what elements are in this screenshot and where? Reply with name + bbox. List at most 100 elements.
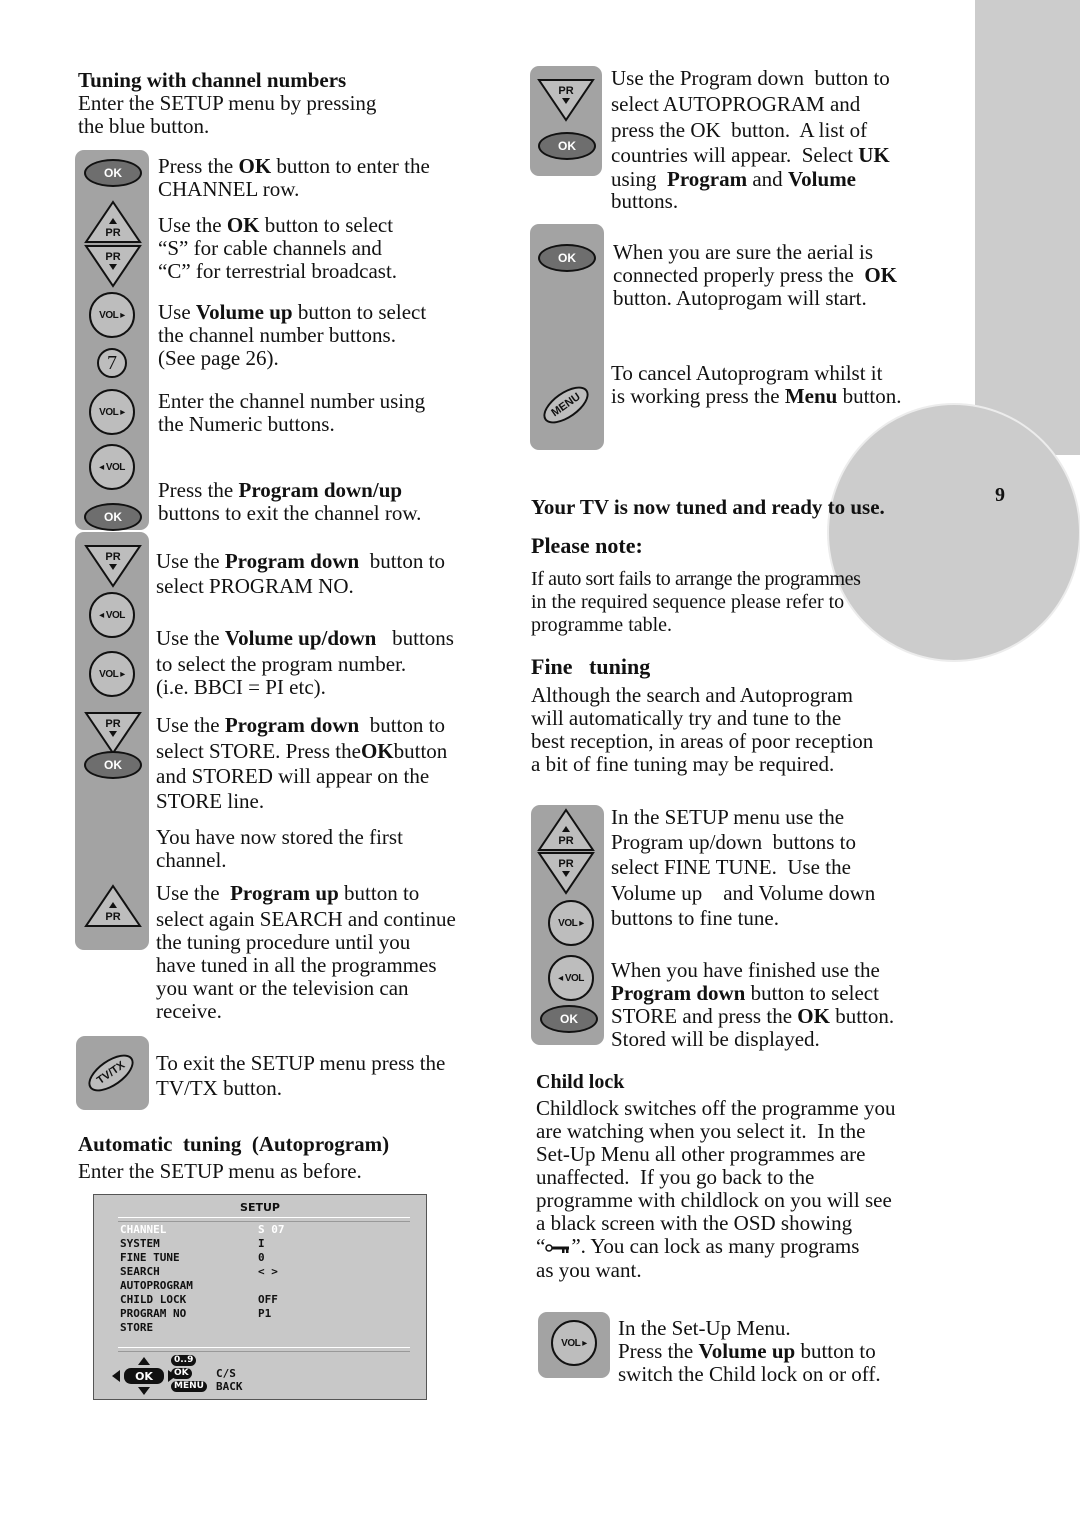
osd-row-value: 0 xyxy=(258,1251,265,1264)
ok-button-icon: OK xyxy=(84,751,142,779)
osd-row-label: STORE xyxy=(120,1321,154,1334)
osd-navigation-pad-icon: OK xyxy=(112,1357,176,1395)
osd-cs-label: C/S xyxy=(216,1367,236,1380)
note-line: in the required sequence please refer to xyxy=(531,591,845,613)
fine-tuning-heading: Fine tuning xyxy=(531,654,651,679)
step-text: receive. xyxy=(156,999,222,1023)
svg-text:PR: PR xyxy=(105,227,120,239)
step-text: countries will appear. Select UK xyxy=(611,143,890,167)
step-text: STORE line. xyxy=(156,789,265,813)
step-text: switch the Child lock on or off. xyxy=(618,1362,881,1386)
intro-line-2: the blue button. xyxy=(78,114,210,138)
osd-menu-pill: MENU xyxy=(171,1381,207,1392)
step-text: select AUTOPROGRAM and xyxy=(611,92,861,116)
step-text: Stored will be displayed. xyxy=(611,1027,820,1051)
volume-up-icon: VOL ▸ xyxy=(548,900,594,946)
step-text: Program up/down buttons to xyxy=(611,830,856,854)
step-text: connected properly press the OK xyxy=(613,263,897,287)
step-text: TV/TX button. xyxy=(156,1076,282,1100)
page-number: 9 xyxy=(995,484,1005,506)
step-text: the channel number buttons. xyxy=(158,323,396,347)
fine-line: will automatically try and tune to the xyxy=(531,706,842,730)
program-up-icon: PR xyxy=(84,884,142,927)
ok-button-icon: OK xyxy=(84,503,142,531)
svg-text:PR: PR xyxy=(105,551,120,563)
autoprogram-intro: Enter the SETUP menu as before. xyxy=(78,1159,362,1183)
step-text: Use the OK button to select xyxy=(158,213,394,237)
program-down-icon: PR xyxy=(84,545,142,588)
step-text: select again SEARCH and continue xyxy=(156,907,456,931)
step-text: To cancel Autoprogram whilst it xyxy=(611,361,883,385)
step-text: is working press the Menu button. xyxy=(611,384,902,408)
osd-row-value: P1 xyxy=(258,1307,272,1320)
section-heading-tuning-channel-numbers: Tuning with channel numbers xyxy=(78,68,347,92)
osd-row-value: < > xyxy=(258,1265,278,1278)
osd-digits-pill: 0..9 xyxy=(171,1355,197,1366)
step-text: When you have finished use the xyxy=(611,958,880,982)
osd-row-label: AUTOPROGRAM xyxy=(120,1279,193,1292)
step-text: using Program and Volume xyxy=(611,167,857,191)
osd-row-label: FINE TUNE xyxy=(120,1251,180,1264)
step-text: STORE and press the OK button. xyxy=(611,1004,895,1028)
osd-row-value: S 07 xyxy=(258,1223,285,1236)
osd-divider xyxy=(118,1217,410,1222)
svg-text:PR: PR xyxy=(558,835,573,847)
please-note-heading: Please note: xyxy=(531,533,643,558)
step-text: When you are sure the aerial is xyxy=(613,240,874,264)
step-text: CHANNEL row. xyxy=(158,177,300,201)
program-down-icon: PR xyxy=(537,79,595,122)
child-line: are watching when you select it. In the xyxy=(536,1119,866,1143)
step-text: channel. xyxy=(156,848,227,872)
osd-row-label: CHILD LOCK xyxy=(120,1293,187,1306)
step-text: buttons. xyxy=(611,189,679,213)
step-text: Press the OK button to enter the xyxy=(158,154,430,178)
step-text: To exit the SETUP menu press the xyxy=(156,1051,446,1075)
child-line: a black screen with the OSD showing xyxy=(536,1211,853,1235)
osd-title: SETUP xyxy=(240,1201,280,1214)
fine-line: a bit of fine tuning may be required. xyxy=(531,752,835,776)
ok-button-icon: OK xyxy=(84,159,142,187)
program-down-icon: PR xyxy=(84,712,142,755)
step-text: select FINE TUNE. Use the xyxy=(611,855,851,879)
step-text: Use the Program down button to xyxy=(156,713,445,737)
child-lock-heading: Child lock xyxy=(536,1071,625,1093)
ok-button-icon: OK xyxy=(538,244,596,272)
volume-down-icon: ◂ VOL xyxy=(548,955,594,1001)
volume-down-icon: ◂ VOL xyxy=(89,444,135,490)
osd-row-label: PROGRAM NO xyxy=(120,1307,187,1320)
osd-ok-pill: OK xyxy=(171,1368,192,1379)
step-text: button. Autoprogam will start. xyxy=(613,286,867,310)
step-text: the tuning procedure until you xyxy=(156,930,411,954)
child-line: as you want. xyxy=(536,1258,642,1282)
child-line: Set-Up Menu all other programmes are xyxy=(536,1142,866,1166)
step-text: Press the Program down/up xyxy=(158,478,403,502)
step-text: Use the Program down button to xyxy=(156,549,445,573)
osd-row-label: SEARCH xyxy=(120,1265,160,1278)
osd-row-value: I xyxy=(258,1237,265,1250)
ok-button-icon: OK xyxy=(540,1005,598,1033)
program-up-icon: PR xyxy=(84,200,142,243)
step-text: Volume up and Volume down xyxy=(611,881,876,905)
intro-line-1: Enter the SETUP menu by pressing xyxy=(78,91,377,115)
step-text: Use the Program down button to xyxy=(611,66,890,90)
step-text: Use the Volume up/down buttons xyxy=(156,626,454,650)
step-text: the Numeric buttons. xyxy=(158,412,335,436)
step-text: buttons to fine tune. xyxy=(611,906,779,930)
svg-text:PR: PR xyxy=(105,718,120,730)
svg-text:PR: PR xyxy=(105,911,120,923)
svg-text:PR: PR xyxy=(558,85,573,97)
step-text: Use Volume up button to select xyxy=(158,300,427,324)
volume-up-icon: VOL ▸ xyxy=(551,1320,597,1366)
section-heading-autoprogram: Automatic tuning (Autoprogram) xyxy=(78,1132,390,1156)
step-text: (i.e. BBCI = PI etc). xyxy=(156,675,326,699)
child-line: “”. You can lock as many programs xyxy=(536,1234,860,1258)
step-text: press the OK button. A list of xyxy=(611,118,868,142)
fine-line: best reception, in areas of poor recepti… xyxy=(531,729,874,753)
program-up-icon: PR xyxy=(537,808,595,851)
key-icon xyxy=(545,1244,570,1254)
step-text: select STORE. Press theOKbutton xyxy=(156,739,448,763)
svg-text:PR: PR xyxy=(558,858,573,870)
osd-nav-ok-label: OK xyxy=(135,1370,153,1383)
step-text: Press the Volume up button to xyxy=(618,1339,876,1363)
step-text: to select the program number. xyxy=(156,652,407,676)
